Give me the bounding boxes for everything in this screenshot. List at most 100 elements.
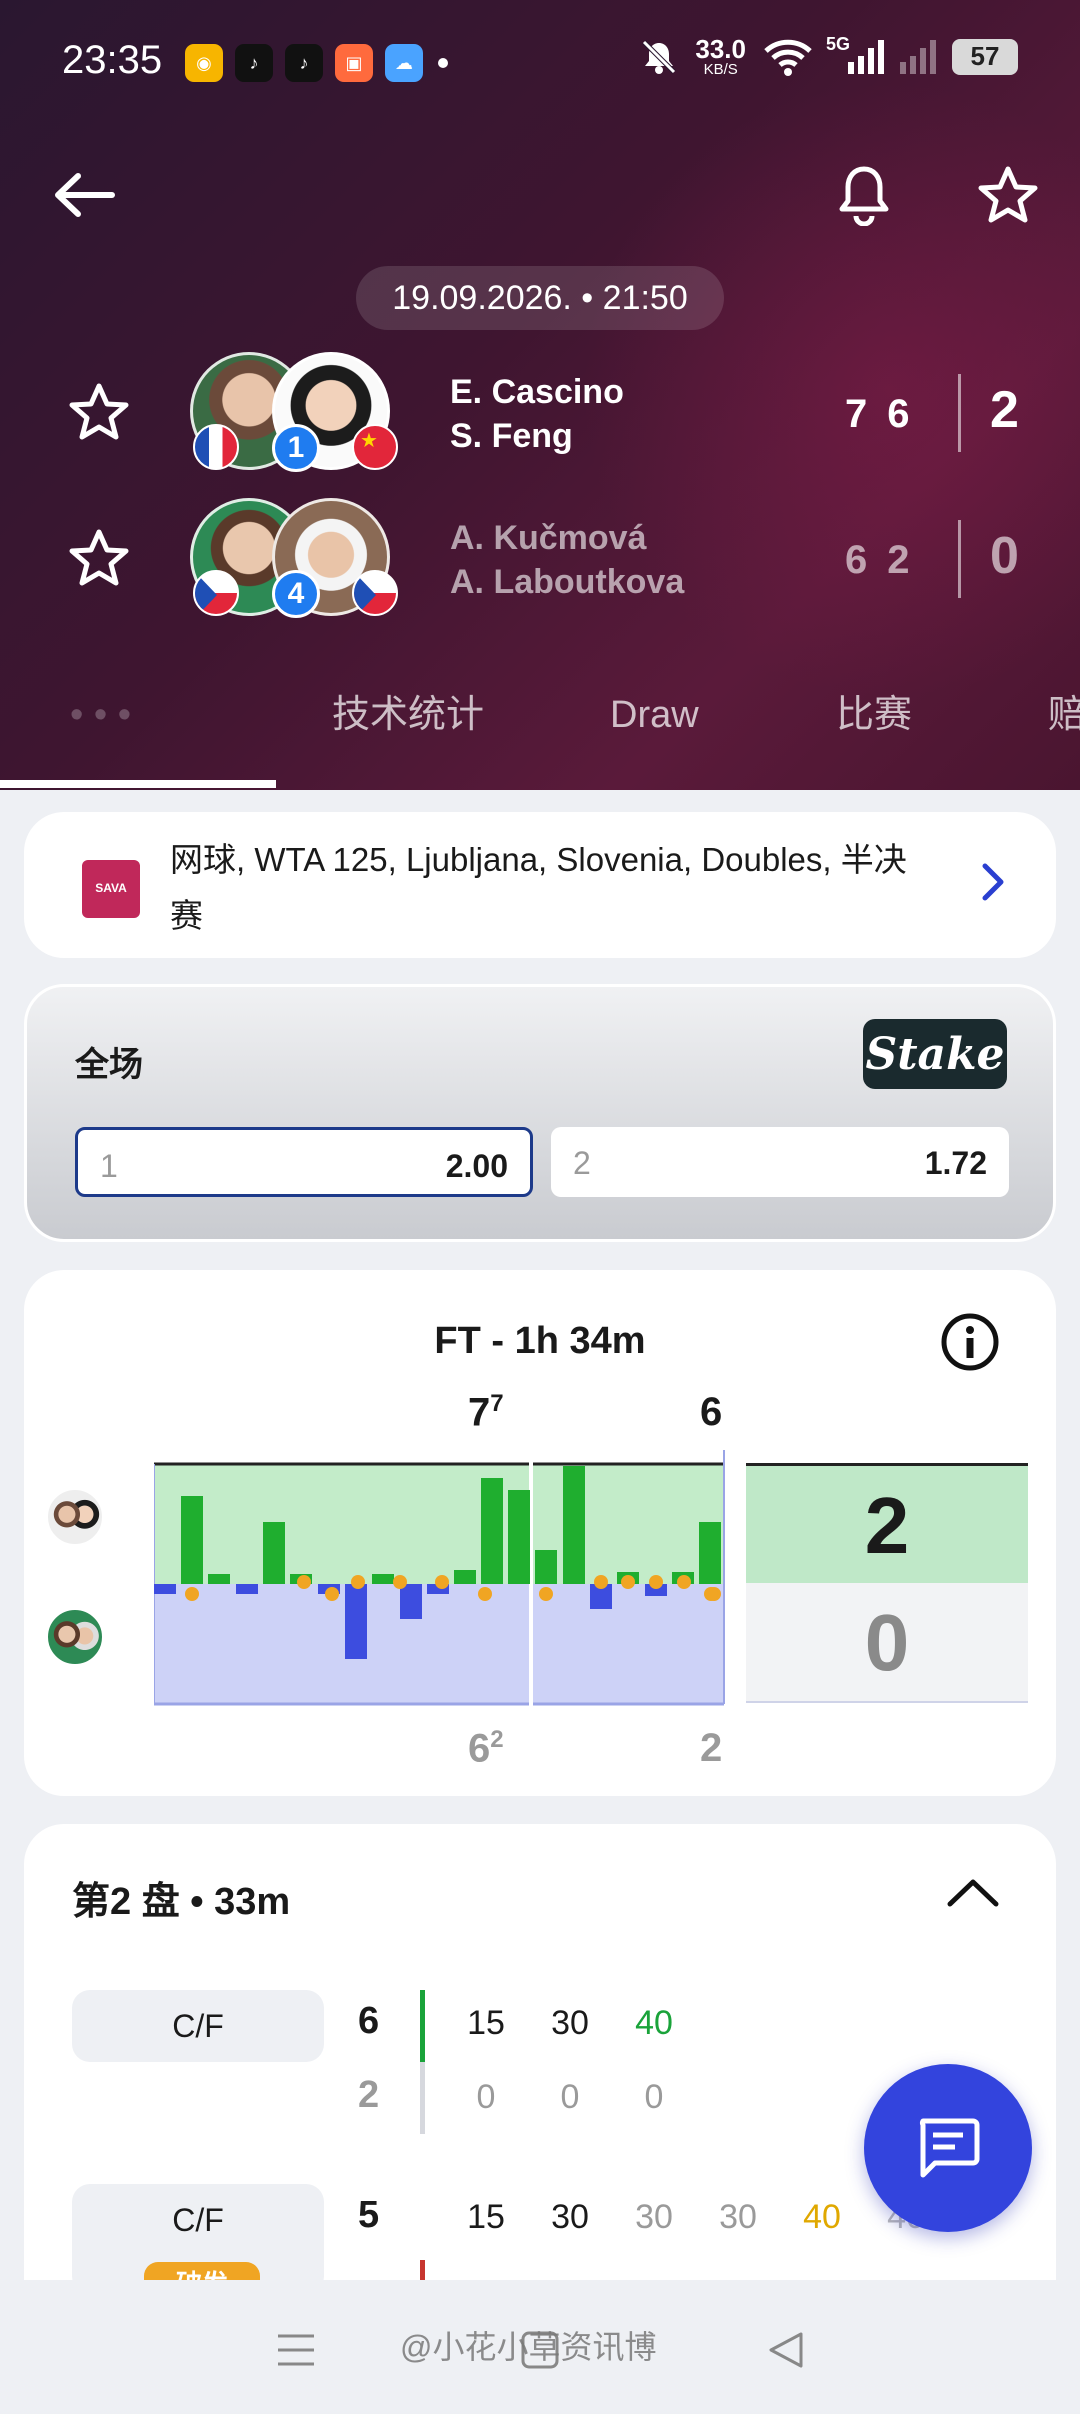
- game-server-label: C/F: [72, 1990, 324, 2062]
- player-name: S. Feng: [450, 417, 573, 455]
- team-1-total: 2: [990, 381, 1019, 439]
- tab-bar: • • • 技术统计 Draw 比赛 赔: [0, 690, 1080, 790]
- game-points-top: 15 30 30 30 40 40: [467, 2198, 925, 2236]
- back-nav-button[interactable]: [746, 2310, 826, 2390]
- favorite-team-button[interactable]: [68, 528, 130, 593]
- competition-card[interactable]: SAVA 网球, WTA 125, Ljubljana, Slovenia, D…: [24, 812, 1056, 958]
- team-1-avatars: 1 ★: [190, 352, 410, 482]
- momentum-card: FT - 1h 34m 77 6 62 2 2 0: [24, 1270, 1056, 1796]
- chat-button[interactable]: [864, 2064, 1032, 2232]
- czech-flag-icon: [352, 570, 398, 616]
- set-score: 2: [887, 538, 910, 582]
- momentum-bar: [699, 1522, 721, 1584]
- game-winner-bar: [420, 1990, 425, 2062]
- star-icon: [978, 166, 1038, 223]
- serve-indicator: [435, 1575, 449, 1589]
- bell-icon: [839, 166, 889, 226]
- divider: [958, 520, 961, 598]
- set-2-top-score: 6: [700, 1390, 723, 1434]
- status-indicators: 33.0 KB/S 5G 57: [639, 34, 1018, 78]
- momentum-bar: [454, 1570, 476, 1584]
- star-icon: [69, 529, 129, 586]
- tiktok-icon: ♪: [285, 44, 323, 82]
- odds-card: 全场 Stake 1 2.00 2 1.72: [24, 984, 1056, 1242]
- team-2-names: A. Kučmová A. Laboutkova: [450, 516, 684, 604]
- player-name: A. Kučmová: [450, 519, 647, 557]
- team-row-2[interactable]: 4 A. Kučmová A. Laboutkova 6 2 0: [0, 498, 1080, 628]
- set-2-bottom-score: 2: [700, 1726, 723, 1770]
- team-1-names: E. Cascino S. Feng: [450, 370, 624, 458]
- chevron-right-icon: [980, 862, 1006, 907]
- tab-statistics[interactable]: 技术统计: [332, 690, 484, 790]
- momentum-bar: [345, 1584, 367, 1659]
- notification-icons: ◉ ♪ ♪ ▣ ☁: [185, 44, 423, 82]
- game-points-bottom: 0 0 0: [476, 2078, 664, 2116]
- serve-indicator: [594, 1575, 608, 1589]
- favorite-team-button[interactable]: [68, 382, 130, 447]
- game-set-top: 5: [358, 2194, 380, 2236]
- serve-indicator: [677, 1575, 691, 1589]
- momentum-graph: [154, 1450, 725, 1716]
- serve-indicator: [478, 1587, 492, 1601]
- tab-overview[interactable]: • • •: [70, 690, 220, 790]
- momentum-bar: [372, 1574, 394, 1584]
- serve-indicator: [539, 1587, 553, 1601]
- chevron-up-icon: [947, 1879, 999, 1907]
- momentum-bar: [563, 1466, 585, 1584]
- seed-badge: 1: [272, 424, 320, 472]
- network-speed: 33.0 KB/S: [695, 34, 746, 78]
- player-name: A. Laboutkova: [450, 563, 685, 601]
- set-title: 第2 盘 • 33m: [72, 1881, 291, 1923]
- collapse-button[interactable]: [946, 1876, 1000, 1913]
- cell-signal-2-icon: [900, 39, 936, 74]
- divider: [958, 374, 961, 452]
- serve-indicator: [621, 1575, 635, 1589]
- status-bar: 23:35 ◉ ♪ ♪ ▣ ☁ 33.0 KB/S 5G 57: [0, 0, 1080, 120]
- serve-indicator: [704, 1587, 718, 1601]
- notifications-button[interactable]: [824, 155, 904, 235]
- set-1-bottom-score: 62: [468, 1726, 504, 1771]
- final-bottom-score: 0: [746, 1583, 1028, 1703]
- odds-option-1[interactable]: 1 2.00: [75, 1127, 533, 1197]
- serve-indicator: [185, 1587, 199, 1601]
- player-name: E. Cascino: [450, 373, 624, 411]
- momentum-bar: [154, 1584, 176, 1594]
- final-set-score: 2 0: [746, 1463, 1028, 1703]
- watermark: @小花小草资讯博: [400, 2329, 657, 2365]
- france-flag-icon: [193, 424, 239, 470]
- tiktok-icon: ♪: [235, 44, 273, 82]
- set-score: 7: [845, 392, 868, 436]
- game-points-top: 15 30 40: [467, 2004, 673, 2042]
- momentum-bar: [508, 1490, 530, 1584]
- momentum-bar: [236, 1584, 258, 1594]
- odds-option-2[interactable]: 2 1.72: [551, 1127, 1009, 1197]
- weibo-icon: ◉: [185, 44, 223, 82]
- back-button[interactable]: [44, 155, 124, 235]
- momentum-bar: [208, 1574, 230, 1584]
- final-top-score: 2: [746, 1463, 1028, 1583]
- team-row-1[interactable]: 1 ★ E. Cascino S. Feng 7 6 2: [0, 352, 1080, 482]
- chat-icon: [919, 2118, 980, 2178]
- seed-badge: 4: [272, 570, 320, 618]
- odds-title: 全场: [75, 1046, 143, 1084]
- info-button[interactable]: [940, 1312, 1000, 1377]
- menu-button[interactable]: [256, 2310, 336, 2390]
- team-2-avatars: 4: [190, 498, 410, 628]
- match-duration: FT - 1h 34m: [434, 1320, 646, 1362]
- momentum-bar: [263, 1522, 285, 1584]
- status-time: 23:35: [62, 38, 163, 82]
- team-2-set-scores: 6 2: [845, 538, 910, 583]
- serve-indicator: [325, 1587, 339, 1601]
- serve-indicator: [649, 1575, 663, 1589]
- tournament-logo: SAVA: [82, 860, 140, 918]
- app-icon: ▣: [335, 44, 373, 82]
- serve-indicator: [393, 1575, 407, 1589]
- bookmaker-logo[interactable]: Stake: [863, 1019, 1007, 1089]
- tab-matches[interactable]: 比赛: [836, 690, 912, 790]
- favorite-button[interactable]: [968, 155, 1048, 235]
- momentum-bar: [181, 1496, 203, 1584]
- arrow-left-icon: [55, 173, 115, 217]
- tab-draw[interactable]: Draw: [610, 690, 699, 790]
- team-1-mini-avatar: [46, 1488, 104, 1546]
- tab-odds[interactable]: 赔: [1048, 690, 1080, 790]
